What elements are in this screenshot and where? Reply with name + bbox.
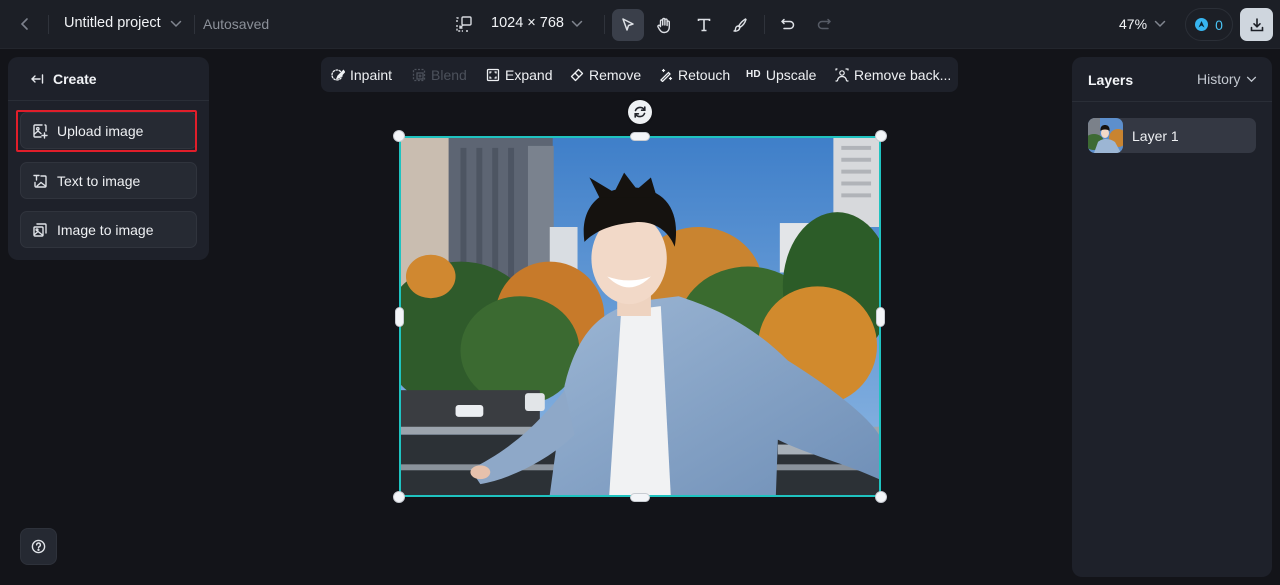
retouch-label: Retouch [678, 66, 731, 83]
expand-label: Expand [505, 66, 553, 83]
canvas-resize-icon[interactable] [455, 15, 473, 33]
upload-image-button[interactable]: Upload image [20, 112, 197, 149]
resize-handle-bottom-left[interactable] [393, 491, 405, 503]
resize-handle-left[interactable] [395, 307, 404, 327]
canvas-image-layer[interactable] [399, 136, 881, 497]
upscale-button[interactable]: HD Upscale [746, 57, 816, 92]
redo-icon [817, 18, 832, 30]
blend-label: Blend [431, 66, 467, 83]
download-button[interactable] [1240, 8, 1273, 41]
zoom-level[interactable]: 47% [1119, 16, 1147, 32]
resize-handle-right[interactable] [876, 307, 885, 327]
image-to-image-button[interactable]: Image to image [20, 211, 197, 248]
select-tool-button[interactable] [612, 9, 644, 41]
history-label: History [1197, 71, 1241, 87]
resize-handle-top-left[interactable] [393, 130, 405, 142]
collapse-left-icon[interactable] [30, 72, 44, 86]
divider [764, 15, 765, 34]
chevron-down-icon [170, 20, 182, 28]
upload-image-label: Upload image [57, 122, 144, 139]
cursor-arrow-icon [622, 18, 634, 31]
expand-icon [486, 68, 500, 81]
layers-tab[interactable]: Layers [1088, 72, 1133, 88]
remove-background-label: Remove back... [854, 66, 952, 83]
help-icon [31, 539, 46, 554]
redo-button[interactable] [808, 9, 840, 41]
resize-handle-bottom-right[interactable] [875, 491, 887, 503]
help-button[interactable] [20, 528, 57, 565]
expand-button[interactable]: Expand [486, 57, 552, 92]
image-to-image-label: Image to image [57, 221, 154, 238]
portrait-photo [401, 138, 879, 495]
undo-button[interactable] [772, 9, 804, 41]
remove-background-icon [835, 67, 849, 82]
rotate-handle[interactable] [628, 100, 652, 124]
text-to-image-label: Text to image [57, 172, 141, 189]
blend-button[interactable]: Blend [412, 57, 467, 92]
chevron-down-icon [1154, 20, 1166, 28]
undo-icon [780, 18, 795, 30]
create-panel: Create Upload image Text to image Image … [8, 57, 209, 260]
divider [194, 15, 195, 34]
layer-thumbnail [1088, 118, 1123, 153]
chevron-left-icon [20, 18, 28, 30]
project-title[interactable]: Untitled project [64, 15, 161, 31]
remove-background-button[interactable]: Remove back... [835, 57, 951, 92]
text-to-image-button[interactable]: Text to image [20, 162, 197, 199]
text-to-image-icon [33, 174, 47, 188]
hd-icon: HD [746, 69, 761, 80]
layer-item[interactable]: Layer 1 [1088, 118, 1256, 153]
resize-handle-top[interactable] [630, 132, 650, 141]
upload-image-icon [33, 123, 48, 139]
resize-handle-bottom[interactable] [630, 493, 650, 502]
history-dropdown[interactable]: History [1197, 71, 1257, 87]
save-status: Autosaved [203, 16, 270, 32]
credits-count: 0 [1215, 16, 1223, 33]
layers-panel-header: Layers History [1072, 57, 1272, 102]
remove-label: Remove [589, 66, 642, 83]
inpaint-label: Inpaint [350, 66, 393, 83]
credits-button[interactable]: 0 [1185, 8, 1233, 41]
upscale-label: Upscale [765, 66, 817, 83]
project-menu-button[interactable] [168, 15, 184, 33]
magic-wand-icon [660, 68, 673, 82]
inpaint-icon [331, 68, 345, 81]
retouch-button[interactable]: Retouch [659, 57, 730, 92]
layers-panel: Layers History Layer 1 [1072, 57, 1272, 577]
divider [604, 15, 605, 34]
layer-name: Layer 1 [1132, 127, 1179, 144]
brush-icon [733, 18, 747, 32]
brush-tool-button[interactable] [724, 9, 756, 41]
download-icon [1250, 17, 1263, 31]
create-panel-header[interactable]: Create [8, 57, 209, 101]
text-tool-button[interactable] [688, 9, 720, 41]
eraser-icon [570, 68, 584, 81]
chevron-down-icon [1246, 76, 1256, 82]
top-bar: Untitled project Autosaved 1024 × 768 47… [0, 0, 1280, 49]
hand-tool-button[interactable] [648, 9, 680, 41]
create-panel-title: Create [53, 70, 97, 87]
hand-icon [657, 17, 670, 33]
chevron-down-icon [571, 20, 583, 28]
text-icon [697, 18, 711, 32]
blend-icon [412, 68, 426, 81]
resize-handle-top-right[interactable] [875, 130, 887, 142]
canvas-size-dropdown[interactable] [569, 15, 585, 33]
rotate-icon [634, 106, 646, 118]
canvas-size[interactable]: 1024 × 768 [491, 15, 564, 31]
zoom-dropdown[interactable] [1152, 15, 1168, 33]
back-button[interactable] [14, 13, 36, 35]
image-to-image-icon [33, 222, 47, 237]
remove-button[interactable]: Remove [570, 57, 641, 92]
credits-icon [1195, 18, 1209, 31]
divider [48, 15, 49, 34]
edit-toolbar: Inpaint Blend Expand Remove Retouch HD U… [321, 57, 958, 92]
inpaint-button[interactable]: Inpaint [331, 57, 392, 92]
